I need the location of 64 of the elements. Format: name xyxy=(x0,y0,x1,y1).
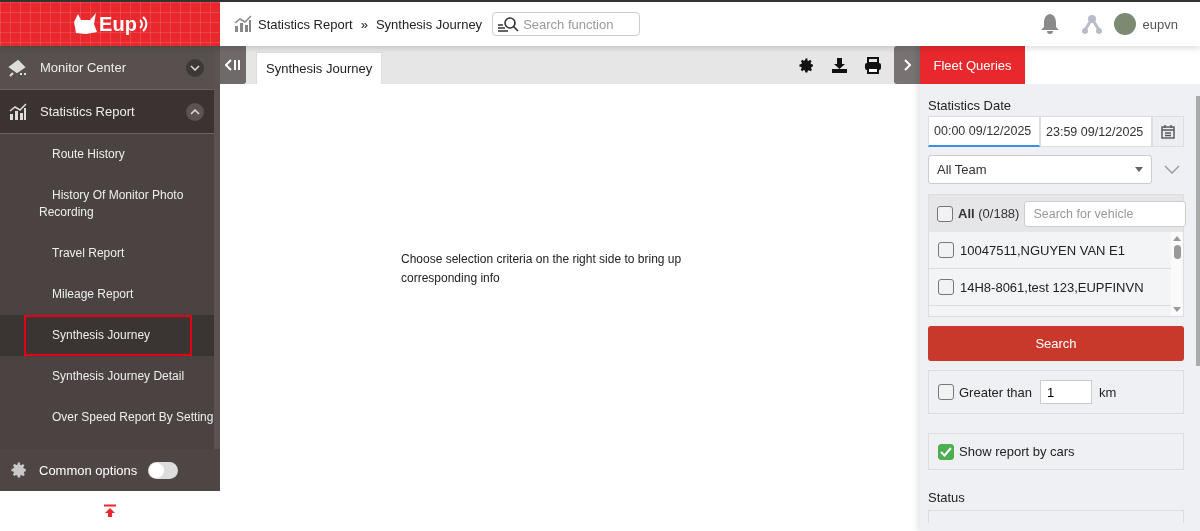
cat-logo-icon xyxy=(72,12,99,36)
function-search-field[interactable]: Search function xyxy=(492,12,641,36)
menu-item[interactable]: Route History xyxy=(39,146,125,163)
menu-group[interactable]: Statistics Report xyxy=(0,90,214,134)
unit-label: km xyxy=(1099,384,1117,400)
menu-item[interactable]: Travel Report xyxy=(39,245,125,262)
user-name[interactable]: eupvn xyxy=(1142,16,1178,32)
scroll-thumb[interactable] xyxy=(1173,245,1181,259)
status-label: Status xyxy=(928,490,966,505)
start-date-field[interactable]: 00:00 09/12/2025 xyxy=(928,116,1040,147)
empty-message: Choose selection criteria on the right side to bring up corresponding info xyxy=(401,251,683,287)
calendar-button[interactable] xyxy=(1152,116,1184,147)
menu-item[interactable]: Over Speed Report By Setting xyxy=(39,409,214,426)
checkbox[interactable] xyxy=(938,384,954,400)
menu-group[interactable]: Monitor Center xyxy=(0,46,214,90)
team-dropdown[interactable]: All Team xyxy=(928,155,1152,184)
chart-icon xyxy=(234,15,252,33)
breadcrumb-link[interactable]: Statistics Report xyxy=(258,16,353,32)
gear-icon xyxy=(10,461,28,479)
menu-item[interactable]: Synthesis Journey Detail xyxy=(39,368,185,385)
breadcrumb-separator: » xyxy=(360,16,368,32)
bell-icon[interactable] xyxy=(1039,13,1060,35)
user-avatar[interactable] xyxy=(1113,13,1136,35)
fleet-queries-tab[interactable]: Fleet Queries xyxy=(920,46,1025,84)
distance-field[interactable]: 1 xyxy=(1040,380,1092,404)
vehicle-label: 10047511,NGUYEN VAN E1 xyxy=(960,242,1125,258)
caret-icon xyxy=(1135,167,1143,172)
download-icon[interactable] xyxy=(831,56,848,74)
breadcrumb-current: Synthesis Journey xyxy=(375,16,483,32)
calendar-icon xyxy=(1161,124,1175,139)
chevron-down-icon[interactable] xyxy=(1164,165,1180,174)
checkbox[interactable] xyxy=(938,279,954,295)
common-options-label: Common options xyxy=(39,462,138,478)
signal-icon xyxy=(137,16,148,32)
toggle-panel-button[interactable] xyxy=(894,46,920,84)
camera-icon xyxy=(8,58,28,77)
chevron-icon xyxy=(186,58,204,77)
checkbox[interactable] xyxy=(938,443,954,460)
scroll-top-icon[interactable] xyxy=(103,504,117,518)
select-all-label: All (0/188) xyxy=(958,206,1020,221)
show-by-cars-label: Show report by cars xyxy=(959,444,1075,459)
search-button[interactable]: Search xyxy=(928,326,1184,361)
toggle-switch[interactable] xyxy=(148,461,179,479)
logo-text: Eup xyxy=(99,12,137,36)
checkbox[interactable] xyxy=(937,205,953,222)
collapse-icon xyxy=(225,59,241,71)
print-icon[interactable] xyxy=(864,56,882,74)
collapse-sidebar-button[interactable] xyxy=(220,46,246,84)
statistics-date-label: Statistics Date xyxy=(928,98,1013,113)
vehicle-label: 14H8-8061,test 123,EUPFINVN xyxy=(960,279,1144,295)
end-date-field[interactable]: 23:59 09/12/2025 xyxy=(1040,116,1152,147)
scroll-up-icon[interactable] xyxy=(1173,236,1181,241)
chart-icon xyxy=(8,102,28,121)
scrollbar[interactable] xyxy=(1171,232,1183,316)
chevron-icon xyxy=(186,102,204,121)
report-tab[interactable]: Synthesis Journey xyxy=(256,52,383,84)
settings-icon[interactable] xyxy=(798,56,815,74)
greater-than-label: Greater than xyxy=(959,384,1032,400)
chevron-right-icon xyxy=(903,59,911,71)
menu-item[interactable]: Mileage Report xyxy=(39,286,134,303)
checkbox[interactable] xyxy=(938,242,954,258)
menu-item[interactable]: History Of Monitor Photo Recording xyxy=(39,187,214,221)
scroll-down-icon[interactable] xyxy=(1173,307,1181,312)
vehicle-search-field[interactable]: Search for vehicle xyxy=(1024,200,1187,227)
